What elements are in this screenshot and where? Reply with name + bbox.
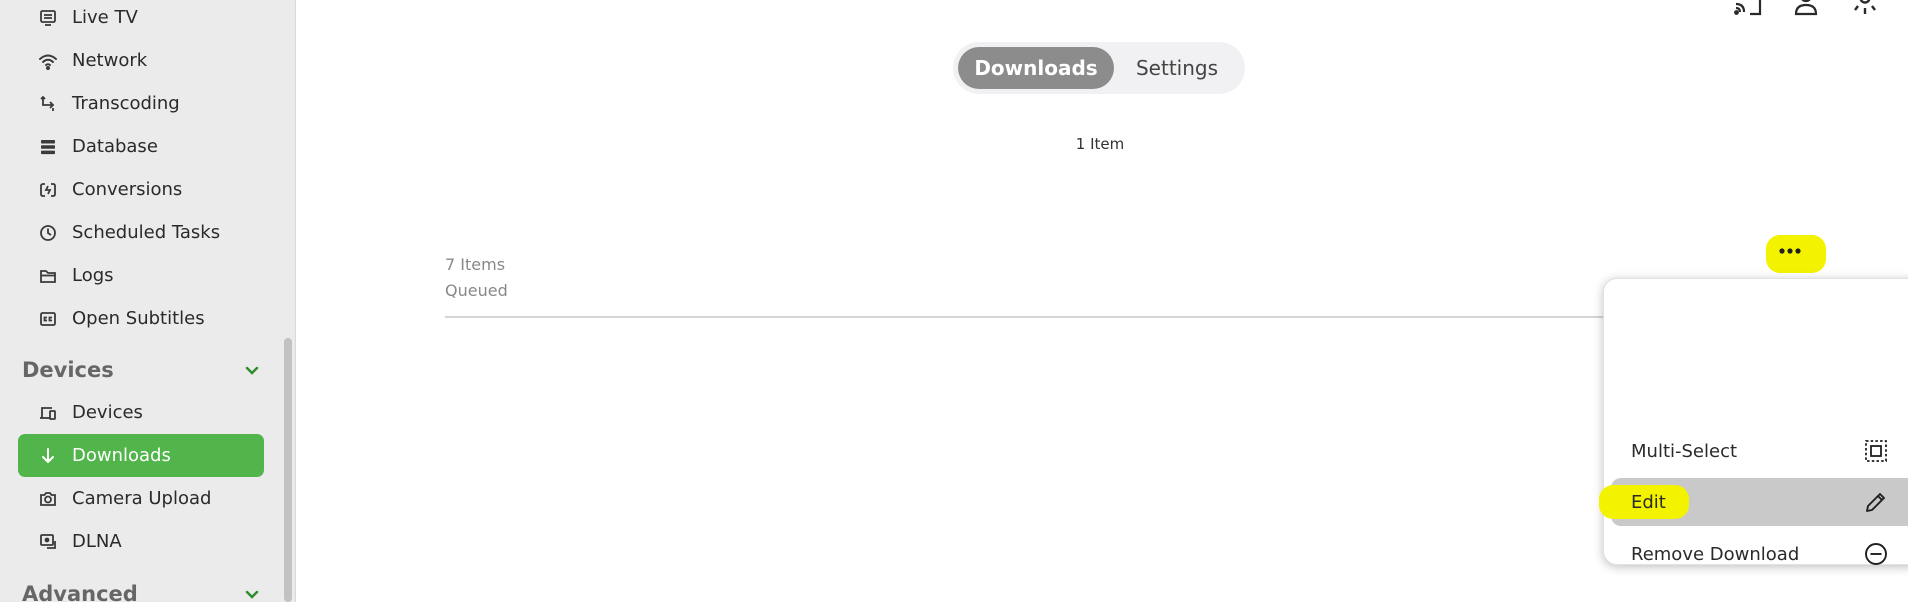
tab-bar: Downloads Settings: [953, 42, 1245, 94]
section-title: Advanced: [22, 582, 138, 602]
sidebar: Live TV Network Transcoding Database Con…: [0, 0, 296, 602]
sidebar-item-label: Live TV: [72, 7, 138, 28]
sidebar-item-live-tv[interactable]: Live TV: [18, 0, 264, 39]
tab-downloads[interactable]: Downloads: [958, 47, 1114, 89]
sidebar-item-network[interactable]: Network: [18, 39, 264, 82]
section-header-advanced[interactable]: Advanced: [22, 582, 262, 602]
sidebar-item-devices[interactable]: Devices: [18, 391, 264, 434]
sidebar-item-logs[interactable]: Logs: [18, 254, 264, 297]
chevron-down-icon[interactable]: [242, 360, 262, 380]
sidebar-item-label: Devices: [72, 402, 143, 423]
clock-icon: [38, 223, 58, 243]
sync-icon: [38, 180, 58, 200]
sidebar-item-open-subtitles[interactable]: Open Subtitles: [18, 297, 264, 340]
dlna-icon: [38, 532, 58, 552]
remove-circle-icon: [1864, 542, 1888, 566]
sidebar-item-label: Logs: [72, 265, 114, 286]
menu-item-multi-select[interactable]: Multi-Select: [1611, 427, 1908, 475]
download-status: Queued: [445, 281, 508, 300]
chevron-down-icon[interactable]: [242, 584, 262, 602]
more-options-button[interactable]: [1768, 236, 1812, 266]
download-item-count: 7 Items: [445, 255, 506, 274]
camera-icon: [38, 489, 58, 509]
wifi-icon: [38, 51, 58, 71]
sidebar-item-label: Downloads: [72, 445, 171, 466]
menu-item-remove-download[interactable]: Remove Download: [1611, 530, 1908, 578]
list-item[interactable]: 7 Items Queued: [445, 252, 1605, 318]
pencil-icon: [1864, 490, 1888, 514]
tv-icon: [38, 8, 58, 28]
multi-select-icon: [1864, 439, 1888, 463]
more-icon: [1779, 248, 1801, 254]
sidebar-item-camera-upload[interactable]: Camera Upload: [18, 477, 264, 520]
menu-item-label: Multi-Select: [1631, 440, 1738, 462]
sidebar-item-label: DLNA: [72, 531, 122, 552]
sidebar-item-scheduled-tasks[interactable]: Scheduled Tasks: [18, 211, 264, 254]
user-icon[interactable]: [1791, 0, 1821, 18]
item-count: 1 Item: [1075, 135, 1125, 153]
sidebar-item-dlna[interactable]: DLNA: [18, 520, 264, 563]
gear-icon[interactable]: [1850, 0, 1880, 18]
sidebar-item-label: Camera Upload: [72, 488, 212, 509]
menu-item-edit[interactable]: Edit: [1599, 478, 1908, 526]
tab-settings[interactable]: Settings: [1114, 47, 1240, 89]
subtitles-icon: [38, 309, 58, 329]
sidebar-scrollbar[interactable]: [284, 338, 292, 602]
sidebar-item-label: Transcoding: [72, 93, 180, 114]
sidebar-item-label: Network: [72, 50, 148, 71]
sidebar-item-label: Scheduled Tasks: [72, 222, 221, 243]
download-icon: [38, 446, 58, 466]
sidebar-item-label: Open Subtitles: [72, 308, 205, 329]
context-menu: Multi-Select Edit Remove Download: [1599, 278, 1908, 565]
section-title: Devices: [22, 358, 114, 382]
sidebar-item-downloads[interactable]: Downloads: [18, 434, 264, 477]
sidebar-item-transcoding[interactable]: Transcoding: [18, 82, 264, 125]
sidebar-item-label: Conversions: [72, 179, 183, 200]
devices-icon: [38, 403, 58, 423]
folder-icon: [38, 266, 58, 286]
section-header-devices[interactable]: Devices: [22, 358, 262, 382]
menu-item-label: Remove Download: [1631, 543, 1800, 565]
sidebar-item-conversions[interactable]: Conversions: [18, 168, 264, 211]
transcode-icon: [38, 94, 58, 114]
menu-item-label: Edit: [1631, 491, 1666, 513]
cast-icon[interactable]: [1733, 0, 1763, 18]
